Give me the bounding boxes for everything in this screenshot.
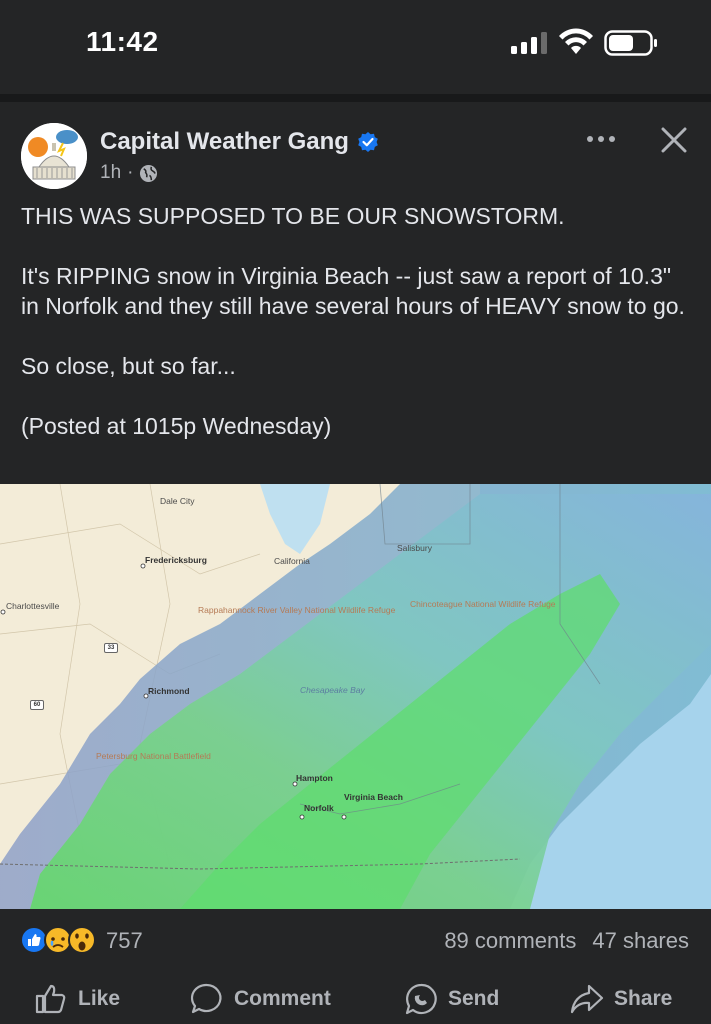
post-meta: 1h · [100,162,158,184]
map-label-chesapeake-bay: Chesapeake Bay [300,685,365,695]
post-actions: Like Comment Send Share [0,978,711,1024]
share-icon [570,984,604,1014]
radar-map-image[interactable]: Dale City Fredericksburg California Sali… [0,484,711,909]
battery-icon [604,30,657,56]
post-paragraph: So close, but so far... [21,353,236,379]
map-label-chincoteague: Chincoteague National Wildlife Refuge [410,600,556,609]
author-name-text[interactable]: Capital Weather Gang [100,128,349,156]
like-reaction-icon [20,926,48,954]
verified-badge-icon [358,132,378,152]
signal-icon [511,32,547,54]
map-label-hampton: Hampton [296,773,333,783]
post-paragraph: (Posted at 1015p Wednesday) [21,413,332,439]
send-label: Send [448,987,500,1010]
comment-label: Comment [234,987,331,1010]
sad-reaction-icon [44,926,72,954]
share-label: Share [614,987,673,1010]
map-label-norfolk: Norfolk [304,803,334,813]
close-icon[interactable] [656,122,692,158]
messenger-icon [405,983,437,1015]
map-label-virginia-beach: Virginia Beach [344,792,403,802]
engagement-summary: 757 89 comments 47 shares [0,922,711,962]
status-time: 11:42 [86,26,159,57]
map-label-charlottesville: Charlottesville [6,601,60,611]
author-name[interactable]: Capital Weather Gang [100,128,379,156]
meta-separator: · [127,162,134,183]
wow-reaction-icon [68,926,96,954]
share-button[interactable]: Share [570,982,672,1016]
post-header: Capital Weather Gang 1h · [0,102,711,197]
map-label-petersburg: Petersburg National Battlefield [96,752,211,761]
like-button[interactable]: Like [34,982,120,1016]
radar-map-graphic [0,484,711,909]
capitol-logo-icon [21,123,87,189]
more-options-icon[interactable] [582,124,620,154]
comments-count[interactable]: 89 comments [444,928,576,954]
like-icon [35,984,66,1014]
shares-count[interactable]: 47 shares [592,928,689,954]
section-divider [0,94,711,102]
reaction-count[interactable]: 757 [106,928,143,954]
globe-icon [140,164,158,182]
map-label-dale-city: Dale City [160,496,195,506]
post-time[interactable]: 1h [100,162,121,184]
map-label-fredericksburg: Fredericksburg [145,555,207,565]
map-label-california: California [274,556,310,566]
wifi-icon [559,28,593,54]
highway-60-shield: 60 [30,700,44,710]
comment-icon [190,983,222,1014]
post-stats: 89 comments 47 shares [444,928,689,954]
post-text: THIS WAS SUPPOSED TO BE OUR SNOWSTORM. I… [21,201,691,471]
like-label: Like [78,987,121,1010]
send-button[interactable]: Send [404,982,499,1016]
post-paragraph: It's RIPPING snow in Virginia Beach -- j… [21,263,685,319]
page-avatar[interactable] [21,123,87,189]
reaction-icons[interactable] [20,925,102,955]
map-label-richmond: Richmond [148,686,190,696]
comment-button[interactable]: Comment [190,982,331,1016]
status-bar: 11:42 [0,0,711,96]
post-paragraph: THIS WAS SUPPOSED TO BE OUR SNOWSTORM. [21,203,565,229]
map-label-rappahannock: Rappahannock River Valley National Wildl… [198,606,395,615]
map-label-salisbury: Salisbury [397,543,432,553]
highway-33-shield: 33 [104,643,118,653]
